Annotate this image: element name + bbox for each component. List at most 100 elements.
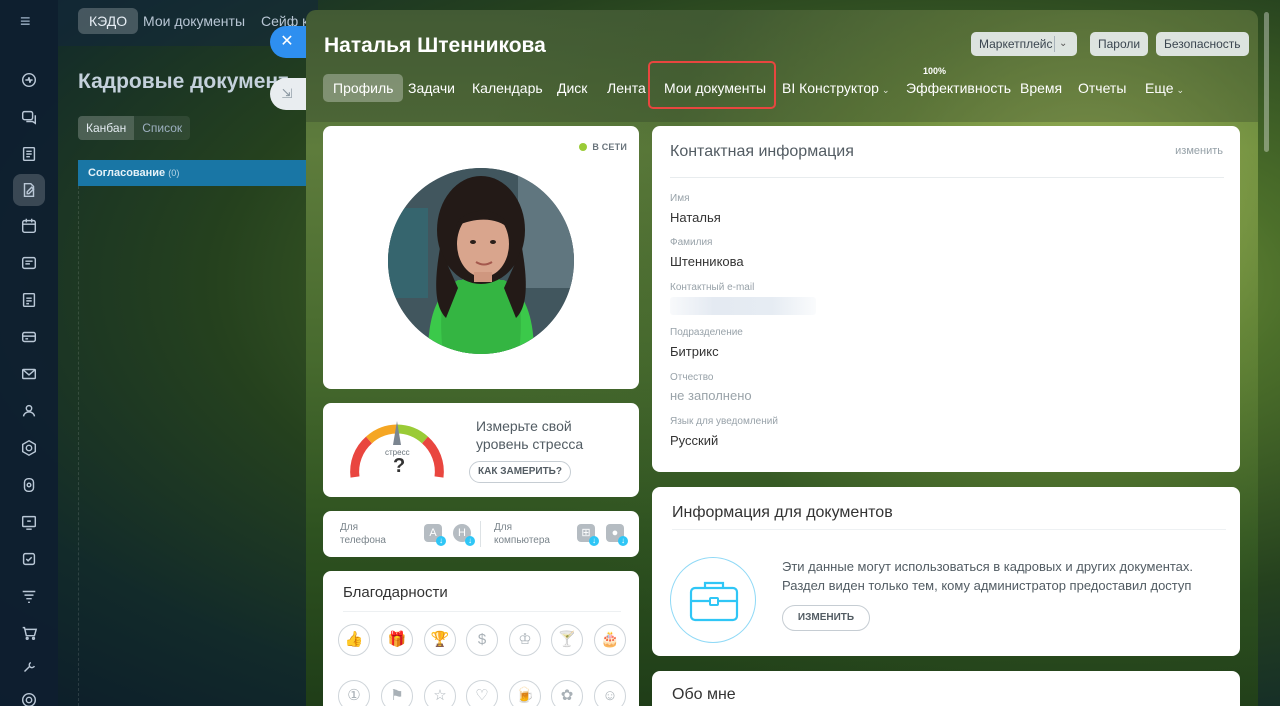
- star-icon[interactable]: ☆: [424, 680, 456, 706]
- tab-disk[interactable]: Диск: [547, 74, 597, 102]
- passwords-button[interactable]: Пароли: [1090, 32, 1149, 56]
- department-label: Подразделение: [670, 327, 743, 338]
- windows-icon[interactable]: ⊞ ↓: [577, 524, 599, 546]
- crown-icon[interactable]: ♔: [509, 624, 541, 656]
- group-icon[interactable]: [17, 399, 41, 423]
- security-button[interactable]: Безопасность: [1156, 32, 1249, 56]
- minimize-slider-button[interactable]: ⇲: [270, 78, 310, 110]
- language-value: Русский: [670, 433, 719, 448]
- kedo-icon[interactable]: [13, 174, 45, 206]
- calendar-icon[interactable]: [17, 214, 41, 238]
- settings-icon[interactable]: [17, 688, 41, 706]
- patronymic-label: Отчество: [670, 372, 714, 383]
- tab-efficiency[interactable]: Эффективность: [896, 74, 1021, 102]
- flag-icon[interactable]: ⚑: [381, 680, 413, 706]
- documents-divider: [672, 529, 1226, 530]
- tasks-icon[interactable]: [17, 288, 41, 312]
- menu-icon[interactable]: ≡: [20, 12, 38, 30]
- thanks-divider: [343, 611, 621, 612]
- email-value-blurred: [670, 297, 816, 315]
- disk-icon[interactable]: [17, 251, 41, 275]
- cake-icon[interactable]: 🎂: [594, 624, 626, 656]
- chevron-down-icon: ⌄: [881, 85, 890, 95]
- contact-card: Контактная информация изменить Имя Натал…: [652, 126, 1240, 472]
- close-icon: ✕: [280, 33, 294, 50]
- apps-divider: [480, 521, 481, 547]
- video-icon[interactable]: [17, 510, 41, 534]
- cart-icon[interactable]: [17, 621, 41, 645]
- apple-icon[interactable]: ● ↓: [606, 524, 628, 546]
- wrench-icon[interactable]: [17, 655, 41, 679]
- pulse-icon[interactable]: [17, 68, 41, 92]
- avatar-photo: [388, 168, 574, 354]
- hexagon-icon[interactable]: [17, 436, 41, 460]
- number-one-icon[interactable]: ①: [338, 680, 370, 706]
- filter-icon[interactable]: [17, 584, 41, 608]
- tab-calendar[interactable]: Календарь: [462, 74, 553, 102]
- android-icon[interactable]: A ↓: [424, 524, 446, 546]
- online-dot: [579, 143, 588, 151]
- contact-edit-link[interactable]: изменить: [1175, 145, 1223, 157]
- about-card: Обо мне: [652, 671, 1240, 706]
- marketplace-button[interactable]: Маркетплейс ⌄: [971, 32, 1077, 56]
- highlight-frame: [648, 61, 776, 109]
- checklist-icon[interactable]: [17, 547, 41, 571]
- thumbs-up-icon[interactable]: 👍: [338, 624, 370, 656]
- contact-divider: [670, 177, 1224, 178]
- tab-feed[interactable]: Лента: [597, 74, 656, 102]
- tab-bi-builder[interactable]: BI Конструктор ⌄: [772, 74, 900, 102]
- huawei-icon[interactable]: H ↓: [453, 524, 475, 546]
- department-value[interactable]: Битрикс: [670, 344, 719, 359]
- minimize-icon: ⇲: [281, 86, 293, 101]
- thanks-title: Благодарности: [343, 584, 448, 601]
- money-icon[interactable]: $: [466, 624, 498, 656]
- gear-icon[interactable]: [17, 473, 41, 497]
- heart-icon[interactable]: ♡: [466, 680, 498, 706]
- tab-time[interactable]: Время: [1010, 74, 1072, 102]
- tab-tasks[interactable]: Задачи: [398, 74, 465, 102]
- last-name-value: Штенникова: [670, 254, 744, 269]
- smile-icon[interactable]: ☺: [594, 680, 626, 706]
- briefcase-icon: [670, 557, 756, 643]
- trophy-icon[interactable]: 🏆: [424, 624, 456, 656]
- page-scrollbar[interactable]: [1264, 12, 1269, 152]
- user-name: Наталья Штенникова: [324, 34, 546, 57]
- chevron-down-icon: ⌄: [1176, 85, 1185, 95]
- thanks-card: Благодарности 👍 🎁 🏆 $ ♔ 🍸 🎂 ① ⚑ ☆ ♡ 🍺 ✿ …: [323, 571, 639, 706]
- how-to-measure-button[interactable]: КАК ЗАМЕРИТЬ?: [469, 461, 571, 483]
- view-switch: Канбан Список: [78, 116, 191, 140]
- documents-edit-button[interactable]: ИЗМЕНИТЬ: [782, 605, 870, 631]
- patronymic-value: не заполнено: [670, 388, 752, 403]
- page-title: Кадровые документ: [78, 70, 289, 93]
- left-sidebar: ≡: [0, 0, 58, 706]
- beer-icon[interactable]: 🍺: [509, 680, 541, 706]
- documents-card: Информация для документов Эти данные мог…: [652, 487, 1240, 656]
- email-label: Контактный e-mail: [670, 282, 755, 293]
- chat-icon[interactable]: [17, 105, 41, 129]
- tab-reports[interactable]: Отчеты: [1068, 74, 1136, 102]
- tab-my-documents[interactable]: Мои документы: [132, 8, 256, 34]
- view-kanban[interactable]: Канбан: [78, 116, 135, 140]
- crm-icon[interactable]: [17, 325, 41, 349]
- stress-card: стресс ? Измерьте свой уровень стресса К…: [323, 403, 639, 497]
- language-label: Язык для уведомлений: [670, 416, 778, 427]
- chevron-down-icon[interactable]: ⌄: [1059, 32, 1067, 56]
- mail-icon[interactable]: [17, 362, 41, 386]
- last-name-label: Фамилия: [670, 237, 713, 248]
- tab-profile[interactable]: Профиль: [323, 74, 404, 102]
- close-slider-button[interactable]: ✕: [270, 26, 310, 58]
- kanban-column-header[interactable]: Согласование (0): [78, 160, 318, 186]
- gift-icon[interactable]: 🎁: [381, 624, 413, 656]
- tab-more-label: Еще: [1145, 80, 1174, 96]
- flower-icon[interactable]: ✿: [551, 680, 583, 706]
- tab-kedo[interactable]: КЭДО: [78, 8, 139, 34]
- marketplace-label: Маркетплейс: [979, 37, 1053, 51]
- kanban-column-name: Согласование: [88, 167, 166, 179]
- avatar[interactable]: [388, 168, 574, 354]
- view-list[interactable]: Список: [134, 116, 191, 140]
- tab-more[interactable]: Еще ⌄: [1135, 74, 1194, 102]
- kanban-column-count: (0): [168, 168, 180, 178]
- cocktail-icon[interactable]: 🍸: [551, 624, 583, 656]
- stress-description: Измерьте свой уровень стресса: [476, 418, 584, 452]
- news-icon[interactable]: [17, 142, 41, 166]
